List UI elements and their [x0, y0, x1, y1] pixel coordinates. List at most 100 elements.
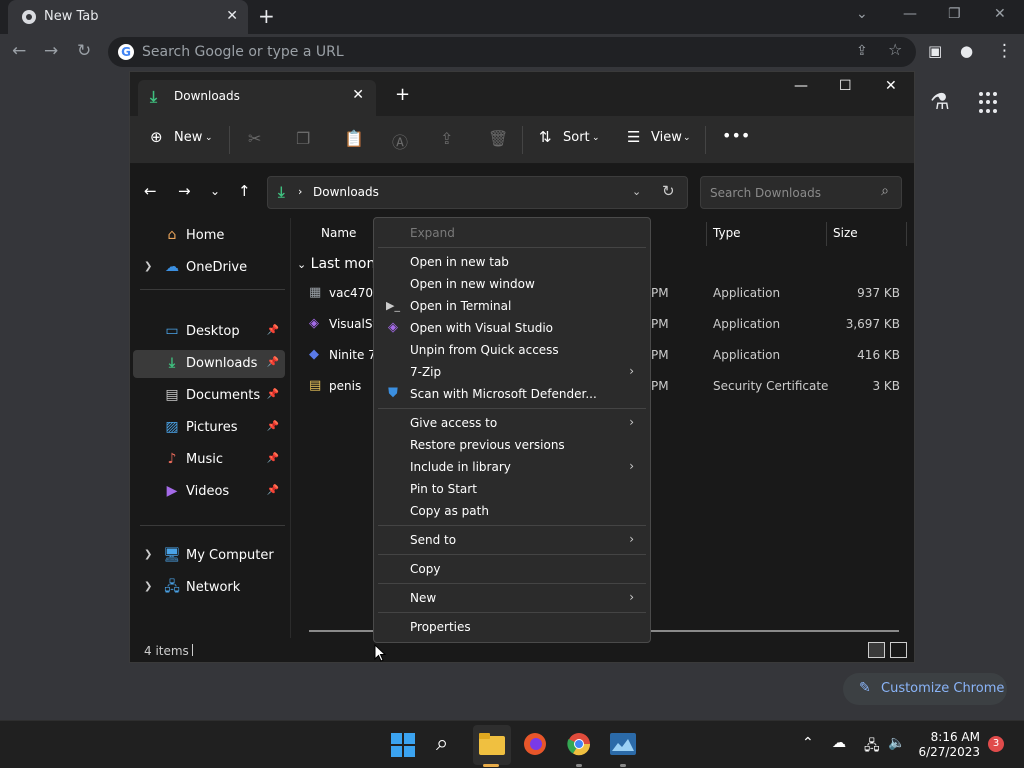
chrome-tab-new-tab[interactable]: New Tab ✕ [8, 0, 248, 34]
firefox-icon[interactable] [523, 732, 547, 756]
menu-item-new[interactable]: New › [378, 587, 646, 609]
expand-chevron-icon[interactable]: ❯ [144, 261, 152, 272]
customize-chrome-button[interactable]: ✎ Customize Chrome [843, 673, 1007, 705]
close-tab-icon[interactable]: ✕ [226, 8, 238, 24]
explorer-new-tab-button[interactable]: + [395, 84, 410, 105]
search-input[interactable]: Search Downloads ⌕ [700, 176, 902, 209]
sidebar-item-network[interactable]: ❯ 🖧 Network [133, 574, 285, 602]
address-dropdown-icon[interactable]: ⌄ [632, 185, 641, 198]
file-type: Application [713, 348, 781, 362]
large-icons-view-icon[interactable] [890, 642, 907, 658]
windows-start-icon[interactable] [391, 733, 415, 757]
delete-icon[interactable]: 🗑 [488, 129, 508, 148]
profile-icon[interactable]: ● [960, 40, 973, 62]
network-status-icon[interactable]: 🖧 [864, 735, 880, 759]
tab-search-chevron-icon[interactable]: ⌄ [856, 6, 868, 22]
side-panel-icon[interactable]: ▣ [928, 40, 942, 62]
breadcrumb-downloads[interactable]: Downloads [313, 185, 379, 199]
menu-item-copy[interactable]: Copy [378, 558, 646, 580]
menu-item-restore-previous-versions[interactable]: Restore previous versions [378, 434, 646, 456]
forward-icon[interactable]: → [44, 40, 58, 62]
menu-item-open-in-new-tab[interactable]: Open in new tab [378, 251, 646, 273]
chrome-icon[interactable] [567, 732, 591, 756]
menu-item-properties[interactable]: Properties [378, 616, 646, 638]
menu-item-give-access-to[interactable]: Give access to › [378, 412, 646, 434]
explorer-minimize-button[interactable]: — [794, 78, 808, 94]
google-apps-icon[interactable] [979, 92, 1001, 114]
restore-button[interactable]: ❐ [948, 6, 961, 22]
volume-icon[interactable]: 🔈 [888, 735, 905, 751]
show-hidden-icons-chevron-icon[interactable]: ⌃ [802, 735, 814, 751]
more-options-icon[interactable]: ••• [722, 126, 750, 145]
forward-icon[interactable]: → [178, 182, 191, 200]
share-icon[interactable]: ⇪ [856, 40, 868, 62]
sort-icon[interactable]: ⇅ [539, 128, 552, 146]
menu-item-copy-as-path[interactable]: Copy as path [378, 500, 646, 522]
back-icon[interactable]: ← [12, 40, 26, 62]
close-window-button[interactable]: ✕ [994, 6, 1006, 22]
explorer-tab-downloads[interactable]: ⤓ Downloads ✕ [138, 80, 376, 116]
menu-item-scan-with-defender[interactable]: ⛊ Scan with Microsoft Defender... [378, 383, 646, 405]
photos-app-icon[interactable] [610, 733, 636, 755]
minimize-button[interactable]: — [903, 6, 917, 22]
view-icon[interactable]: ☰ [627, 128, 640, 146]
menu-item-7-zip[interactable]: 7-Zip › [378, 361, 646, 383]
close-tab-icon[interactable]: ✕ [352, 87, 364, 103]
column-divider[interactable] [906, 222, 907, 246]
system-clock[interactable]: 8:16 AM 6/27/2023 [916, 730, 980, 760]
share-icon[interactable]: ⇪ [440, 129, 453, 148]
sort-button[interactable]: Sort [563, 130, 590, 145]
menu-item-unpin-from-quick-access[interactable]: Unpin from Quick access [378, 339, 646, 361]
column-header-name[interactable]: Name [321, 226, 356, 240]
reload-icon[interactable]: ↻ [77, 40, 91, 62]
expand-chevron-icon[interactable]: ❯ [144, 549, 152, 560]
omnibox[interactable]: G Search Google or type a URL ⇪ ☆ [108, 37, 916, 67]
labs-flask-icon[interactable]: ⚗ [930, 90, 950, 115]
menu-item-send-to[interactable]: Send to › [378, 529, 646, 551]
address-bar[interactable]: ⤓ › Downloads ⌄ ↻ [267, 176, 688, 209]
recent-locations-chevron-icon[interactable]: ⌄ [210, 184, 220, 198]
sidebar-item-videos[interactable]: ▶ Videos 📌 [133, 478, 285, 506]
menu-item-open-in-terminal[interactable]: ▶_ Open in Terminal [378, 295, 646, 317]
sidebar-item-desktop[interactable]: ▭ Desktop 📌 [133, 318, 285, 346]
explorer-close-button[interactable]: ✕ [885, 78, 897, 94]
up-icon[interactable]: ↑ [238, 182, 251, 200]
copy-icon[interactable]: ❐ [296, 129, 310, 148]
column-divider[interactable] [706, 222, 707, 246]
menu-item-label: Give access to [410, 416, 498, 430]
onedrive-offline-icon[interactable]: ☁ [832, 735, 846, 751]
notification-badge[interactable]: 3 [988, 736, 1004, 752]
file-explorer-icon[interactable] [479, 733, 505, 755]
menu-item-open-with-visual-studio[interactable]: ◈ Open with Visual Studio [378, 317, 646, 339]
new-tab-button[interactable]: + [258, 5, 275, 27]
new-plus-icon[interactable]: ⊕ [150, 128, 163, 146]
menu-item-include-in-library[interactable]: Include in library › [378, 456, 646, 478]
bookmark-star-icon[interactable]: ☆ [888, 39, 902, 61]
sidebar-item-documents[interactable]: ▤ Documents 📌 [133, 382, 285, 410]
sidebar-item-downloads[interactable]: ⤓ Downloads 📌 [133, 350, 285, 378]
explorer-maximize-button[interactable]: ☐ [839, 78, 852, 94]
rename-icon[interactable]: Ⓐ [392, 129, 408, 153]
details-view-icon[interactable] [868, 642, 885, 658]
back-icon[interactable]: ← [144, 182, 157, 200]
sidebar-item-onedrive[interactable]: ❯ ☁ OneDrive [133, 254, 285, 282]
network-icon: 🖧 [164, 579, 180, 595]
sidebar-item-my-computer[interactable]: ❯ 🖥 My Computer [133, 542, 285, 570]
menu-item-open-in-new-window[interactable]: Open in new window [378, 273, 646, 295]
cut-icon[interactable]: ✂ [248, 129, 261, 148]
expand-chevron-icon[interactable]: ❯ [144, 581, 152, 592]
sidebar-item-music[interactable]: ♪ Music 📌 [133, 446, 285, 474]
sidebar-item-home[interactable]: ⌂ Home [133, 222, 285, 250]
refresh-icon[interactable]: ↻ [662, 182, 675, 200]
paste-icon[interactable]: 📋 [344, 129, 364, 148]
column-divider[interactable] [826, 222, 827, 246]
column-header-size[interactable]: Size [833, 226, 858, 240]
menu-item-pin-to-start[interactable]: Pin to Start [378, 478, 646, 500]
menu-icon[interactable]: ⋮ [996, 40, 1013, 62]
view-button[interactable]: View [651, 130, 682, 145]
search-icon[interactable]: ⌕ [436, 731, 448, 756]
sidebar-item-pictures[interactable]: ▨ Pictures 📌 [133, 414, 285, 442]
group-header[interactable]: ⌄ Last mont [297, 256, 381, 272]
new-button[interactable]: New [174, 130, 202, 145]
column-header-type[interactable]: Type [713, 226, 741, 240]
